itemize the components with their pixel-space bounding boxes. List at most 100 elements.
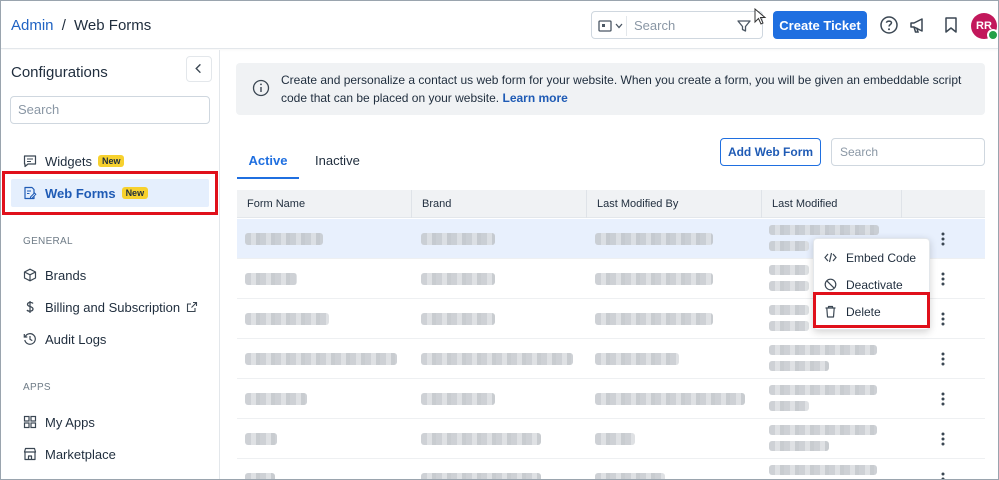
column-header-last-modified[interactable]: Last Modified: [772, 198, 837, 210]
column-divider: [586, 190, 587, 218]
add-web-form-button[interactable]: Add Web Form: [720, 138, 821, 166]
table-row[interactable]: [237, 459, 985, 480]
redacted-modified-time: [769, 361, 829, 371]
redacted-form-name: [245, 233, 323, 245]
sidebar-search-input[interactable]: Search: [10, 96, 210, 124]
bookmark-icon[interactable]: [941, 15, 961, 35]
column-header-brand[interactable]: Brand: [422, 198, 451, 210]
global-search-input[interactable]: Search: [634, 18, 675, 33]
sidebar-item-label: Widgets: [45, 153, 92, 169]
learn-more-link[interactable]: Learn more: [503, 91, 568, 105]
redacted-modified-time: [769, 321, 809, 331]
info-description: Create and personalize a contact us web …: [281, 73, 962, 105]
history-icon: [23, 333, 36, 345]
redacted-modified-by: [595, 273, 713, 285]
redacted-brand: [421, 233, 495, 245]
column-header-last-modified-by[interactable]: Last Modified By: [597, 198, 678, 210]
create-ticket-button[interactable]: Create Ticket: [773, 11, 867, 39]
search-divider: [626, 16, 627, 36]
sidebar-item-brands[interactable]: Brands: [11, 261, 209, 289]
sidebar-item-marketplace[interactable]: Marketplace: [11, 440, 209, 468]
sidebar-item-billing[interactable]: Billing and Subscription: [11, 293, 209, 321]
collapse-sidebar-button[interactable]: [186, 56, 212, 82]
sidebar-item-my-apps[interactable]: My Apps: [11, 408, 209, 436]
global-search[interactable]: Search: [591, 11, 763, 39]
redacted-brand: [421, 473, 541, 479]
column-header-form-name[interactable]: Form Name: [247, 198, 305, 210]
sidebar-item-label: My Apps: [45, 414, 95, 430]
row-more-icon[interactable]: [941, 351, 945, 367]
table-row[interactable]: [237, 379, 985, 419]
breadcrumb-admin-link[interactable]: Admin: [11, 17, 54, 34]
top-bar: Admin / Web Forms Search Create Ticket R…: [1, 1, 998, 49]
redacted-modified-date: [769, 305, 809, 315]
row-more-icon[interactable]: [941, 391, 945, 407]
sidebar-item-label: Billing and Subscription: [45, 299, 181, 315]
table-row[interactable]: [237, 419, 985, 459]
redacted-brand: [421, 273, 495, 285]
store-icon: [23, 447, 37, 461]
breadcrumb-current-page: Web Forms: [74, 17, 152, 34]
row-more-icon[interactable]: [941, 271, 945, 287]
redacted-form-name: [245, 353, 397, 365]
sidebar-item-label: Marketplace: [45, 446, 116, 462]
tab-active[interactable]: Active: [237, 149, 299, 179]
redacted-modified-by: [595, 393, 745, 405]
new-badge: New: [97, 155, 125, 167]
chevron-left-icon: [195, 63, 201, 74]
table-header: Form Name Brand Last Modified By Last Mo…: [237, 190, 985, 218]
table-row[interactable]: [237, 339, 985, 379]
menu-item-label: Embed Code: [846, 250, 917, 265]
info-icon: [252, 79, 270, 97]
redacted-modified-date: [769, 265, 809, 275]
redacted-modified-time: [769, 241, 809, 251]
breadcrumb: Admin / Web Forms: [11, 17, 151, 34]
redacted-brand: [421, 393, 495, 405]
sidebar: Configurations Search Widgets New Web Fo…: [1, 50, 220, 479]
row-more-icon[interactable]: [941, 311, 945, 327]
sidebar-item-label: Brands: [45, 267, 87, 283]
row-more-icon[interactable]: [941, 231, 945, 247]
code-icon: [824, 252, 837, 263]
section-apps-heading: APPS: [23, 382, 51, 393]
app-window: Admin / Web Forms Search Create Ticket R…: [0, 0, 999, 480]
grid-icon: [23, 415, 37, 429]
redacted-form-name: [245, 393, 307, 405]
megaphone-icon[interactable]: [908, 15, 928, 35]
dollar-icon: [26, 301, 34, 313]
tab-inactive[interactable]: Inactive: [315, 149, 360, 179]
row-more-icon[interactable]: [941, 431, 945, 447]
redacted-modified-time: [769, 401, 809, 411]
row-more-icon[interactable]: [941, 471, 945, 480]
redacted-modified-date: [769, 425, 877, 435]
redacted-modified-time: [769, 441, 829, 451]
mouse-cursor-icon: [754, 8, 767, 25]
sidebar-title: Configurations: [11, 64, 108, 81]
online-status-icon: [987, 29, 998, 41]
block-icon: [824, 278, 837, 291]
web-forms-highlight: [2, 171, 218, 215]
redacted-form-name: [245, 313, 329, 325]
sidebar-item-audit-logs[interactable]: Audit Logs: [11, 325, 209, 353]
menu-item-label: Deactivate: [846, 277, 903, 292]
menu-item-embed-code[interactable]: Embed Code: [814, 244, 931, 271]
delete-highlight: [813, 292, 930, 328]
table-search-input[interactable]: Search: [831, 138, 985, 166]
redacted-modified-date: [769, 225, 879, 235]
redacted-modified-by: [595, 473, 665, 479]
sidebar-item-label: Audit Logs: [45, 331, 107, 347]
redacted-brand: [421, 433, 541, 445]
redacted-form-name: [245, 273, 297, 285]
redacted-modified-by: [595, 233, 713, 245]
filter-icon[interactable]: [736, 18, 752, 34]
help-icon[interactable]: [879, 15, 899, 35]
redacted-modified-time: [769, 281, 809, 291]
column-divider: [411, 190, 412, 218]
search-scope-icon[interactable]: [598, 18, 626, 34]
redacted-modified-date: [769, 345, 877, 355]
redacted-brand: [421, 353, 573, 365]
breadcrumb-separator: /: [61, 17, 66, 34]
redacted-brand: [421, 313, 495, 325]
redacted-modified-by: [595, 313, 713, 325]
external-link-icon: [187, 301, 198, 313]
